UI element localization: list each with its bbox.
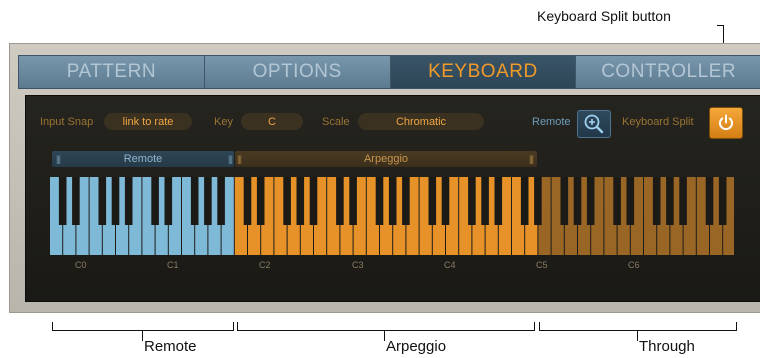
- tab-pattern[interactable]: PATTERN: [19, 56, 205, 88]
- black-key[interactable]: [375, 177, 384, 225]
- black-key[interactable]: [151, 177, 159, 225]
- arpeggio-bracket: [237, 322, 535, 331]
- black-key[interactable]: [243, 177, 252, 225]
- remote-bracket-tick: [142, 330, 143, 341]
- arpeggio-range-start-handle[interactable]: |||: [237, 154, 242, 164]
- tab-bar: PATTERN OPTIONS KEYBOARD CONTROLLER: [18, 55, 760, 89]
- input-snap-label: Input Snap: [40, 116, 94, 128]
- octave-label-c6: C6: [628, 260, 640, 270]
- black-key[interactable]: [718, 177, 727, 225]
- through-bracket-tick: [637, 330, 638, 341]
- octave-label-c2: C2: [259, 260, 271, 270]
- black-key[interactable]: [468, 177, 476, 225]
- zoom-in-icon: [584, 114, 604, 134]
- black-key[interactable]: [520, 177, 529, 225]
- black-key[interactable]: [626, 177, 635, 225]
- black-key[interactable]: [613, 177, 621, 225]
- black-key[interactable]: [652, 177, 661, 225]
- tab-options[interactable]: OPTIONS: [204, 56, 391, 88]
- black-key[interactable]: [296, 177, 305, 225]
- piano-keyboard[interactable]: [50, 177, 734, 255]
- black-key[interactable]: [124, 177, 133, 225]
- black-key[interactable]: [309, 177, 318, 225]
- black-key[interactable]: [573, 177, 582, 225]
- power-icon: [719, 114, 733, 131]
- black-key[interactable]: [111, 177, 120, 225]
- black-key[interactable]: [679, 177, 687, 225]
- black-key[interactable]: [256, 177, 265, 225]
- black-key[interactable]: [190, 177, 199, 225]
- black-key[interactable]: [72, 177, 80, 225]
- black-key[interactable]: [98, 177, 107, 225]
- arpeggio-range-label: Arpeggio: [363, 153, 409, 165]
- black-key[interactable]: [586, 177, 595, 225]
- black-key[interactable]: [388, 177, 397, 225]
- black-key[interactable]: [705, 177, 714, 225]
- remote-zone-label: Remote: [144, 338, 197, 355]
- remote-range-start-handle[interactable]: |||: [56, 154, 61, 164]
- black-key[interactable]: [217, 177, 225, 225]
- key-label: Key: [214, 116, 233, 128]
- input-snap-dropdown[interactable]: link to rate: [104, 113, 192, 130]
- black-key[interactable]: [58, 177, 67, 225]
- scale-dropdown[interactable]: Chromatic: [358, 113, 484, 130]
- scale-label: Scale: [322, 116, 350, 128]
- black-key[interactable]: [164, 177, 173, 225]
- octave-label-c3: C3: [352, 260, 364, 270]
- remote-learn-button[interactable]: [577, 110, 611, 138]
- black-key[interactable]: [204, 177, 212, 225]
- black-key[interactable]: [402, 177, 410, 225]
- octave-label-c4: C4: [444, 260, 456, 270]
- octave-label-c5: C5: [536, 260, 548, 270]
- through-zone-label: Through: [639, 338, 695, 355]
- keyboard-split-callout: Keyboard Split button: [537, 8, 671, 24]
- remote-range-label: Remote: [123, 153, 163, 165]
- black-key[interactable]: [666, 177, 674, 225]
- remote-label: Remote: [532, 116, 571, 128]
- black-key[interactable]: [428, 177, 437, 225]
- black-key[interactable]: [441, 177, 450, 225]
- black-key[interactable]: [534, 177, 542, 225]
- black-key[interactable]: [283, 177, 291, 225]
- arpeggio-range-bar[interactable]: ||| Arpeggio |||: [235, 151, 537, 167]
- arpeggio-range-end-handle[interactable]: |||: [529, 154, 534, 164]
- black-key[interactable]: [349, 177, 357, 225]
- remote-range-bar[interactable]: ||| Remote |||: [52, 151, 234, 167]
- keyboard-split-button[interactable]: [709, 107, 743, 139]
- through-bracket: [539, 322, 737, 331]
- black-key[interactable]: [494, 177, 503, 225]
- key-dropdown[interactable]: C: [241, 113, 303, 130]
- octave-label-c0: C0: [75, 260, 87, 270]
- arpeggio-zone-label: Arpeggio: [386, 338, 447, 355]
- arpeggio-bracket-tick: [384, 330, 385, 341]
- tab-keyboard[interactable]: KEYBOARD: [390, 56, 577, 88]
- remote-bracket: [52, 322, 234, 331]
- octave-label-c1: C1: [167, 260, 179, 270]
- black-key[interactable]: [560, 177, 569, 225]
- tab-controller[interactable]: CONTROLLER: [576, 56, 760, 88]
- keyboard-split-label: Keyboard Split: [622, 116, 694, 128]
- black-key[interactable]: [336, 177, 344, 225]
- black-key[interactable]: [481, 177, 489, 225]
- remote-range-end-handle[interactable]: |||: [228, 154, 233, 164]
